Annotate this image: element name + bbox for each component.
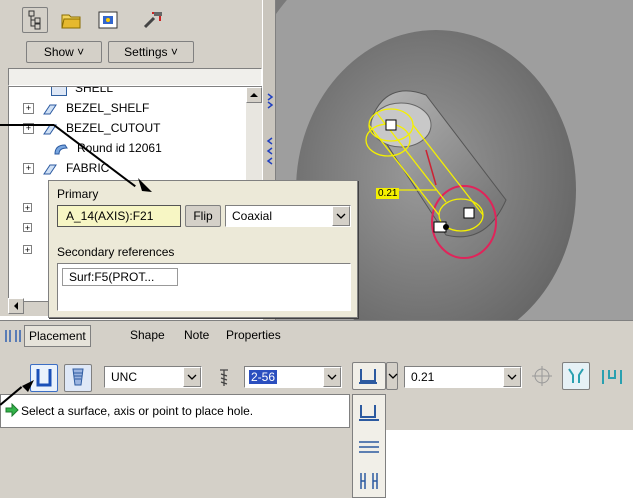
shell-icon — [51, 87, 67, 96]
model-tree-icon[interactable] — [22, 7, 48, 33]
tree-item[interactable]: + FABRIC — [23, 159, 109, 178]
dashboard-tabs: Placement Shape Note Properties — [0, 320, 633, 348]
tree-item[interactable]: + BEZEL_CUTOUT — [23, 119, 160, 138]
chevron-down-icon[interactable] — [183, 367, 201, 387]
collapse-arrows-icon[interactable] — [266, 92, 274, 112]
expand-icon[interactable]: + — [23, 203, 32, 213]
folder-icon[interactable] — [58, 7, 84, 33]
thread-standard-select[interactable]: UNC — [104, 366, 202, 388]
settings-menu-button[interactable]: Settings ˅ — [108, 41, 194, 63]
bottom-area — [0, 430, 352, 498]
tab-shape[interactable]: Shape — [130, 325, 165, 347]
standard-hole-button[interactable] — [64, 364, 92, 392]
tree-item[interactable]: SHELL — [51, 87, 113, 98]
show-menu-button[interactable]: Show ˅ — [26, 41, 102, 63]
feature-icon — [42, 162, 58, 176]
placement-panel: Primary A_14(AXIS):F21 Flip Coaxial Seco… — [48, 180, 358, 318]
navigator-menu-bar: Show ˅ Settings ˅ — [0, 38, 262, 66]
chevron-down-icon[interactable] — [332, 206, 350, 226]
tree-item[interactable]: Round id 12061 — [53, 139, 162, 158]
depth-option-button[interactable] — [352, 362, 386, 390]
secondary-references-list[interactable]: Surf:F5(PROT... — [57, 263, 351, 311]
arrowhead-icon — [136, 176, 156, 196]
primary-reference-field[interactable]: A_14(AXIS):F21 — [57, 205, 181, 227]
dimension-label[interactable]: 0.21 — [376, 188, 400, 199]
chevron-down-icon[interactable] — [323, 367, 341, 387]
expand-icon[interactable]: + — [23, 245, 32, 255]
depth-dropdown-chevron-icon[interactable] — [386, 362, 398, 390]
dashboard-controls: UNC 2-56 0.21 — [0, 348, 633, 394]
screw-size-select[interactable]: 2-56 — [244, 366, 342, 388]
target-icon[interactable] — [530, 364, 554, 388]
tab-properties[interactable]: Properties — [226, 325, 281, 347]
status-message: Select a surface, axis or point to place… — [21, 404, 254, 418]
message-area: Select a surface, axis or point to place… — [0, 394, 352, 430]
tab-note[interactable]: Note — [184, 325, 209, 347]
arrowhead-icon — [18, 378, 36, 396]
through-all-icon[interactable] — [355, 469, 383, 493]
blank-area — [386, 430, 633, 498]
annotation-arrow-line — [0, 124, 54, 126]
layer-icon[interactable] — [95, 7, 121, 33]
placement-type-select[interactable]: Coaxial — [225, 205, 351, 227]
secondary-reference-item[interactable]: Surf:F5(PROT... — [62, 268, 178, 286]
hole-tool-icon — [4, 328, 22, 344]
scroll-left-button[interactable] — [8, 298, 24, 314]
expand-arrows-icon[interactable] — [266, 136, 273, 176]
prompt-arrow-icon — [5, 402, 19, 418]
expand-icon[interactable]: + — [23, 223, 32, 233]
depth-value-input[interactable]: 0.21 — [404, 366, 522, 388]
chevron-down-icon[interactable] — [503, 367, 521, 387]
depth-options-list[interactable] — [352, 394, 386, 498]
symmetric-depth-icon[interactable] — [355, 435, 383, 459]
primary-label: Primary — [57, 187, 99, 201]
scroll-up-button[interactable] — [246, 87, 262, 103]
message-area-right — [386, 394, 633, 430]
secondary-references-label: Secondary references — [57, 245, 175, 259]
message-box: Select a surface, axis or point to place… — [0, 394, 350, 428]
add-thread-button[interactable] — [562, 362, 590, 390]
round-icon — [53, 142, 69, 156]
countersink-icon[interactable] — [598, 364, 626, 390]
flip-button[interactable]: Flip — [185, 205, 221, 227]
expand-icon[interactable]: + — [23, 103, 34, 115]
expand-icon[interactable]: + — [23, 163, 34, 175]
tree-header-strip — [8, 68, 262, 86]
tab-placement[interactable]: Placement — [24, 325, 91, 347]
blind-depth-icon[interactable] — [355, 401, 383, 425]
screw-size-icon — [214, 366, 238, 388]
tree-item[interactable]: + BEZEL_SHELF — [23, 99, 149, 118]
model-tree-toolbar — [0, 0, 262, 38]
tools-icon[interactable] — [140, 7, 166, 33]
feature-icon — [42, 102, 58, 116]
